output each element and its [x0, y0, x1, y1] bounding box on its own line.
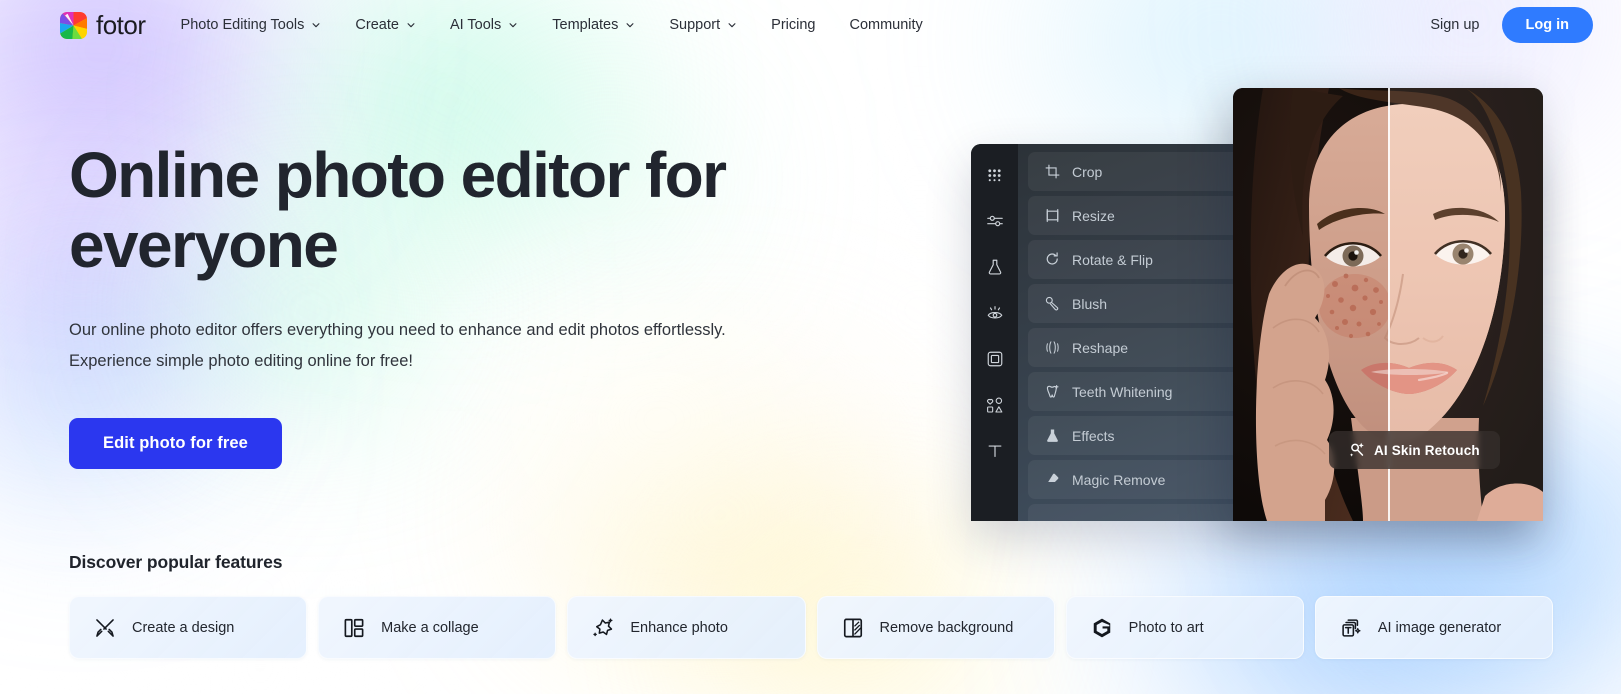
- feature-card-enhance-photo[interactable]: Enhance photo: [567, 596, 806, 659]
- nav-label: Community: [849, 17, 923, 33]
- ai-skin-retouch-badge[interactable]: AI Skin Retouch: [1329, 431, 1500, 469]
- feature-card-photo-to-art[interactable]: Photo to art: [1065, 596, 1304, 659]
- chevron-down-icon: [406, 20, 416, 30]
- feature-label: AI image generator: [1377, 619, 1502, 636]
- eye-retouch-icon[interactable]: [980, 298, 1010, 328]
- brand-name: fotor: [96, 9, 146, 40]
- adjust-sliders-icon[interactable]: [980, 206, 1010, 236]
- nav-item-ai-tools[interactable]: AI Tools: [433, 9, 535, 41]
- crop-icon: [1044, 163, 1061, 180]
- photo-preview-card: AI Skin Retouch: [1233, 88, 1543, 521]
- feature-label: Create a design: [132, 619, 235, 636]
- shapes-icon[interactable]: [980, 390, 1010, 420]
- feature-card-ai-image-generator[interactable]: AI image generator: [1314, 596, 1553, 659]
- popular-features-section: Discover popular features Create a desig…: [69, 552, 1553, 659]
- ai-image-generator-icon: [1340, 617, 1362, 639]
- teeth-whitening-icon: [1044, 383, 1061, 400]
- nav-item-pricing[interactable]: Pricing: [754, 9, 832, 41]
- site-header: fotor Photo Editing Tools Create AI Tool…: [0, 0, 1621, 50]
- rotate-flip-icon: [1044, 251, 1061, 268]
- feature-card-make-a-collage[interactable]: Make a collage: [318, 596, 557, 659]
- nav-label: AI Tools: [449, 17, 502, 33]
- remove-background-icon: [842, 617, 864, 639]
- tool-label: Reshape: [1072, 339, 1129, 356]
- chevron-down-icon: [311, 20, 321, 30]
- flask-icon[interactable]: [980, 252, 1010, 282]
- photo-to-art-hexagon-icon: [1091, 617, 1113, 639]
- feature-label: Enhance photo: [630, 619, 728, 636]
- magic-eraser-icon: [1044, 471, 1061, 488]
- nav-item-templates[interactable]: Templates: [535, 9, 652, 41]
- brand-logo-link[interactable]: fotor: [60, 10, 146, 41]
- hero-subtitle-line-1: Our online photo editor offers everythin…: [69, 320, 726, 339]
- crossed-pens-icon: [94, 617, 116, 639]
- nav-label: Photo Editing Tools: [180, 17, 305, 33]
- tool-label: Rotate & Flip: [1072, 251, 1153, 268]
- reshape-icon: [1044, 339, 1061, 356]
- tool-label: Blush: [1072, 295, 1108, 312]
- ai-sparkle-wand-icon: [1349, 442, 1365, 458]
- hero-section: Online photo editor for everyone Our onl…: [69, 139, 869, 470]
- features-heading: Discover popular features: [69, 552, 283, 572]
- nav-item-create[interactable]: Create: [338, 9, 433, 41]
- hero-subtitle: Our online photo editor offers everythin…: [69, 315, 829, 378]
- feature-card-create-a-design[interactable]: Create a design: [69, 596, 308, 659]
- nav-label: Create: [355, 17, 399, 33]
- feature-label: Make a collage: [381, 619, 479, 636]
- page-title: Online photo editor for everyone: [69, 139, 727, 282]
- feature-card-grid: Create a design Make a collage Enhance p…: [69, 596, 1553, 659]
- nav-item-community[interactable]: Community: [832, 9, 939, 41]
- edit-photo-for-free-button[interactable]: Edit photo for free: [69, 418, 282, 470]
- tool-label: Teeth Whitening: [1072, 383, 1173, 400]
- chevron-down-icon: [508, 20, 518, 30]
- nav-label: Support: [669, 17, 721, 33]
- primary-nav: Photo Editing Tools Create AI Tools Temp…: [164, 9, 940, 41]
- nav-label: Templates: [552, 17, 619, 33]
- chevron-down-icon: [625, 20, 635, 30]
- frame-border-icon[interactable]: [980, 344, 1010, 374]
- hero-subtitle-line-2: Experience simple photo editing online f…: [69, 352, 413, 371]
- editor-mockup: Crop Resize Rotate & Flip Blush Reshape …: [971, 88, 1543, 521]
- ai-skin-retouch-label: AI Skin Retouch: [1374, 442, 1480, 458]
- nav-label: Pricing: [771, 17, 816, 33]
- tool-label: Effects: [1072, 427, 1115, 444]
- text-tool-icon[interactable]: [980, 436, 1010, 466]
- enhance-sparkle-star-icon: [592, 617, 614, 639]
- effects-flask-icon: [1044, 427, 1061, 444]
- editor-tool-rail: [971, 144, 1018, 521]
- nav-item-support[interactable]: Support: [652, 9, 754, 41]
- collage-grid-icon: [343, 617, 365, 639]
- sign-up-link[interactable]: Sign up: [1430, 17, 1479, 33]
- feature-label: Remove background: [879, 619, 1014, 636]
- feature-label: Photo to art: [1128, 619, 1204, 636]
- resize-icon: [1044, 207, 1061, 224]
- tool-label: Crop: [1072, 163, 1103, 180]
- log-in-button[interactable]: Log in: [1501, 7, 1593, 43]
- fotor-color-wheel-logo: [60, 11, 87, 39]
- dots-grid-icon[interactable]: [980, 160, 1010, 190]
- nav-item-photo-editing-tools[interactable]: Photo Editing Tools: [164, 9, 339, 41]
- header-actions: Sign up Log in: [1430, 7, 1593, 43]
- tool-label: Magic Remove: [1072, 471, 1166, 488]
- tool-label: Resize: [1072, 207, 1115, 224]
- chevron-down-icon: [727, 20, 737, 30]
- blush-brush-icon: [1044, 295, 1061, 312]
- feature-card-remove-background[interactable]: Remove background: [816, 596, 1055, 659]
